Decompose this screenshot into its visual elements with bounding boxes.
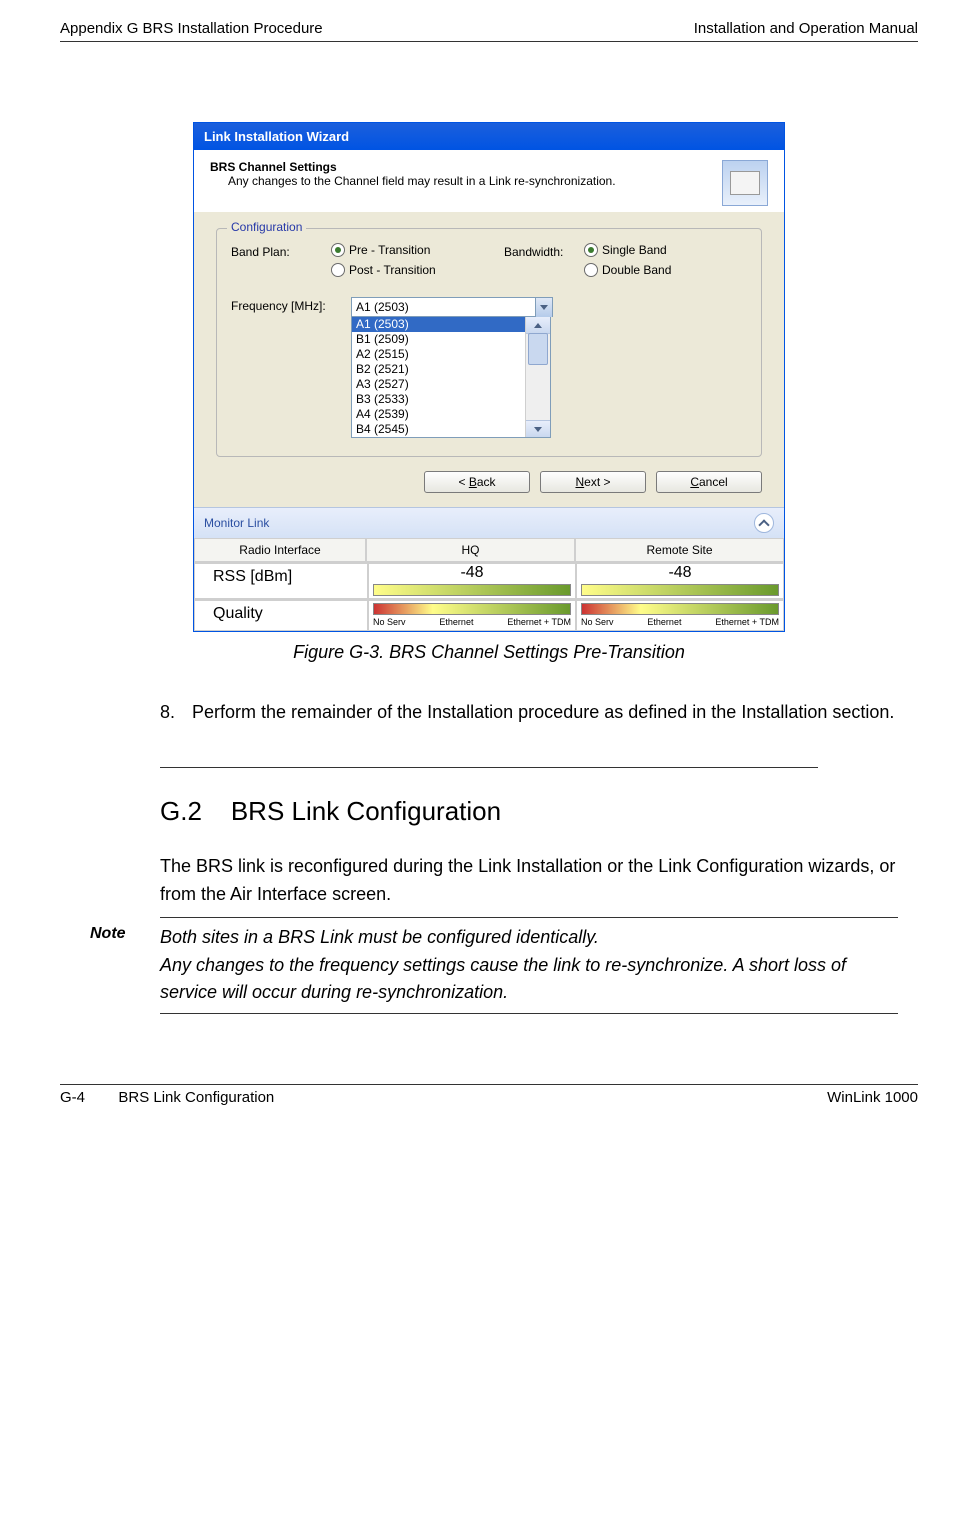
frequency-label: Frequency [MHz]: [231, 297, 341, 313]
radio-icon [584, 263, 598, 277]
header-left: Appendix G BRS Installation Procedure [60, 20, 323, 37]
scroll-thumb[interactable] [528, 333, 548, 365]
section-number: G.2 [160, 796, 202, 826]
bandplan-label: Band Plan: [231, 243, 321, 259]
page-header: Appendix G BRS Installation Procedure In… [60, 20, 918, 42]
scrollbar[interactable] [525, 317, 550, 437]
wizard-buttons: < Back Next > Cancel [216, 471, 762, 493]
header-right: Installation and Operation Manual [694, 20, 918, 37]
quality-remote-bar [581, 603, 779, 615]
scroll-down-icon[interactable] [526, 420, 550, 437]
bandwidth-double-radio[interactable]: Double Band [584, 263, 747, 277]
rss-remote-bar [581, 584, 779, 596]
footer-product: WinLink 1000 [827, 1089, 918, 1106]
step-8: 8. Perform the remainder of the Installa… [160, 699, 898, 727]
note-line-1: Both sites in a BRS Link must be configu… [160, 924, 898, 952]
footer-section: BRS Link Configuration [118, 1089, 274, 1106]
col-remote: Remote Site [576, 539, 783, 561]
wizard-body: Configuration Band Plan: Pre - Transitio… [194, 212, 784, 507]
list-item[interactable]: A2 (2515) [352, 347, 534, 362]
page-footer: G-4 BRS Link Configuration WinLink 1000 [60, 1084, 918, 1106]
footer-pagenum: G-4 [60, 1089, 85, 1106]
rss-hq-bar [373, 584, 571, 596]
wizard-header: BRS Channel Settings Any changes to the … [194, 150, 784, 212]
radio-icon [331, 263, 345, 277]
rss-label: RSS [dBm] [195, 563, 367, 590]
figure-caption: Figure G-3. BRS Channel Settings Pre-Tra… [60, 642, 918, 663]
configuration-legend: Configuration [227, 220, 306, 234]
monitor-link-title: Monitor Link [204, 516, 269, 530]
wizard-window: Link Installation Wizard BRS Channel Set… [193, 122, 785, 632]
list-item[interactable]: B4 (2545) [352, 422, 534, 437]
wizard-subtext: Any changes to the Channel field may res… [210, 174, 616, 188]
section-divider [160, 767, 818, 768]
col-hq: HQ [367, 539, 574, 561]
quality-hq-scale: No ServEthernetEthernet + TDM [369, 617, 575, 630]
section-title: BRS Link Configuration [231, 796, 501, 826]
bandplan-pre-radio[interactable]: Pre - Transition [331, 243, 494, 257]
back-button[interactable]: < Back [424, 471, 530, 493]
bandplan-post-radio[interactable]: Post - Transition [331, 263, 494, 277]
step-text: Perform the remainder of the Installatio… [192, 699, 894, 727]
note-rule-bottom [160, 1013, 898, 1014]
collapse-icon[interactable] [754, 513, 774, 533]
configuration-fieldset: Configuration Band Plan: Pre - Transitio… [216, 228, 762, 457]
section-paragraph: The BRS link is reconfigured during the … [160, 853, 898, 909]
chevron-down-icon[interactable] [535, 298, 552, 317]
quality-hq-bar [373, 603, 571, 615]
list-item[interactable]: B1 (2509) [352, 332, 534, 347]
list-item[interactable]: A3 (2527) [352, 377, 534, 392]
rss-row: RSS [dBm] -48 -48 [194, 562, 784, 599]
quality-label: Quality [195, 600, 367, 627]
wizard-heading: BRS Channel Settings [210, 160, 337, 174]
note-label: Note [90, 925, 126, 943]
quality-row: Quality No ServEthernetEthernet + TDM No… [194, 599, 784, 631]
bandwidth-label: Bandwidth: [504, 243, 574, 259]
list-item[interactable]: B3 (2533) [352, 392, 534, 407]
frequency-listbox[interactable]: A1 (2503) B1 (2509) A2 (2515) B2 (2521) … [351, 317, 551, 438]
monitor-link-header[interactable]: Monitor Link [194, 507, 784, 538]
list-item[interactable]: A4 (2539) [352, 407, 534, 422]
next-button[interactable]: Next > [540, 471, 646, 493]
wizard-icon [722, 160, 768, 206]
note-line-2: Any changes to the frequency settings ca… [160, 952, 898, 1008]
list-item[interactable]: B2 (2521) [352, 362, 534, 377]
quality-remote-scale: No ServEthernetEthernet + TDM [577, 617, 783, 630]
rss-remote-value: -48 [577, 564, 783, 582]
frequency-selected: A1 (2503) [352, 298, 552, 316]
note-rule-top [160, 917, 898, 918]
step-number: 8. [160, 699, 180, 727]
rss-hq-value: -48 [369, 564, 575, 582]
monitor-table: Radio Interface HQ Remote Site [194, 538, 784, 562]
list-item[interactable]: A1 (2503) [352, 317, 534, 332]
radio-icon [331, 243, 345, 257]
scroll-up-icon[interactable] [526, 317, 550, 334]
bandwidth-single-radio[interactable]: Single Band [584, 243, 747, 257]
radio-icon [584, 243, 598, 257]
col-radio-interface: Radio Interface [195, 539, 365, 561]
frequency-combobox[interactable]: A1 (2503) [351, 297, 553, 317]
cancel-button[interactable]: Cancel [656, 471, 762, 493]
section-heading: G.2 BRS Link Configuration [160, 796, 918, 827]
window-titlebar: Link Installation Wizard [194, 123, 784, 150]
